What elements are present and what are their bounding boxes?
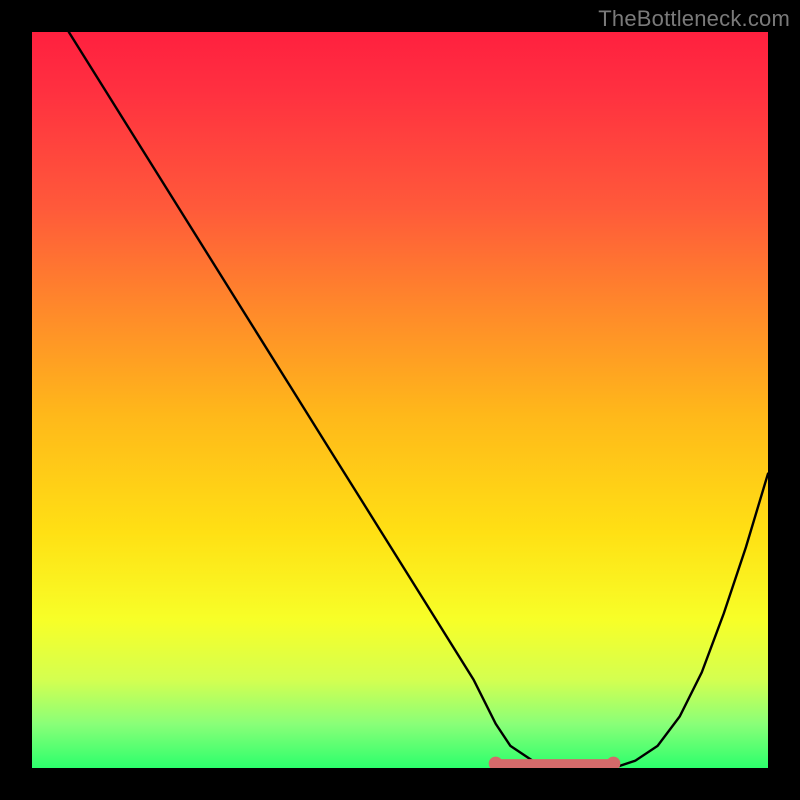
chart-stage: TheBottleneck.com [0, 0, 800, 800]
floor-dot-left [489, 757, 503, 768]
bottleneck-curve [69, 32, 768, 768]
floor-dot-right [606, 757, 620, 768]
plot-area [32, 32, 768, 768]
attribution-text: TheBottleneck.com [598, 6, 790, 32]
chart-svg [32, 32, 768, 768]
